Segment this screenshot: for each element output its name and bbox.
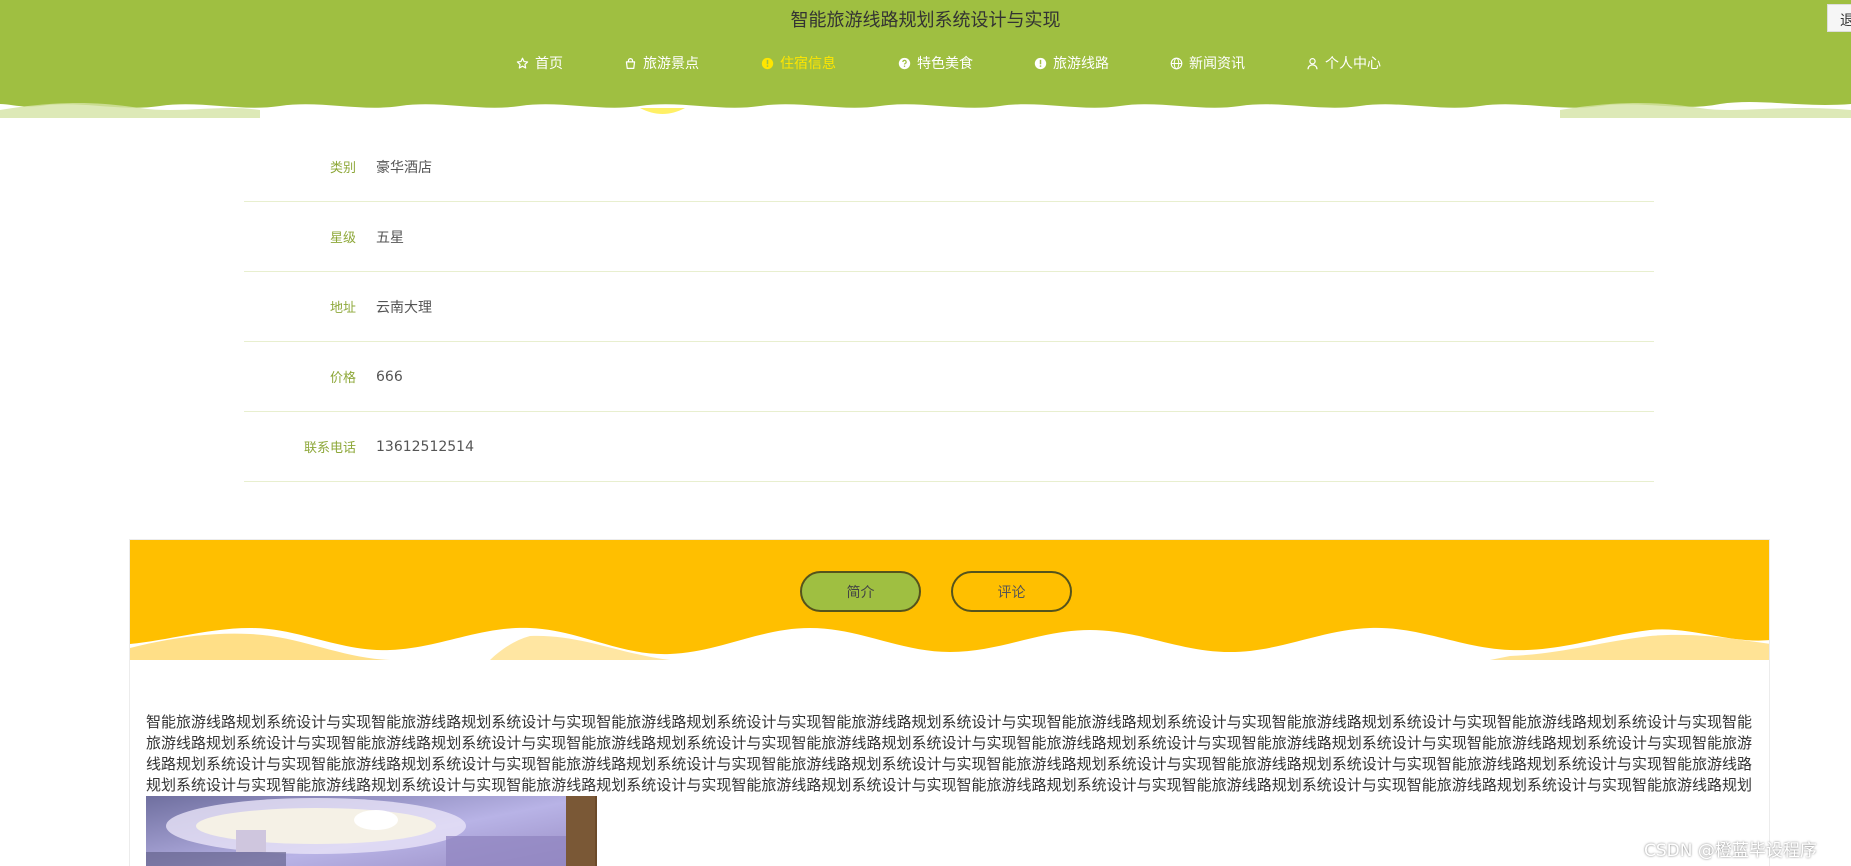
detail-row-price: 价格 666 (244, 342, 1654, 412)
hotel-room-image (146, 796, 595, 866)
tab-comments[interactable]: 评论 (951, 571, 1072, 612)
logout-button[interactable]: 退 (1827, 4, 1851, 32)
tab-panel: 简介 评论 智能旅游线路规划系统设计与实现智能旅游线路规划系统设计与实现智能旅游… (129, 539, 1770, 866)
detail-label: 星级 (329, 231, 356, 246)
nav-item-label: 新闻资讯 (1189, 56, 1245, 72)
nav-item-home[interactable]: 首页 (516, 54, 624, 72)
user-icon (1307, 57, 1318, 69)
nav-item-label: 旅游景点 (643, 56, 699, 72)
nav-item-food[interactable]: 特色美食 (898, 54, 1034, 72)
panel-wave-background (130, 540, 1769, 660)
detail-value: 云南大理 (376, 299, 432, 316)
question-icon (898, 57, 911, 69)
detail-value: 五星 (376, 229, 404, 246)
hotel-photo (146, 796, 597, 866)
detail-value: 666 (376, 368, 403, 385)
detail-label: 地址 (329, 301, 356, 316)
globe-icon (1170, 57, 1183, 69)
watermark: CSDN @橙蓝毕设程序 (1644, 841, 1817, 861)
detail-row-category: 类别 豪华酒店 (244, 132, 1654, 202)
tab-intro[interactable]: 简介 (800, 571, 921, 612)
info-icon (761, 57, 774, 69)
nav-item-label: 首页 (535, 56, 563, 72)
star-icon (516, 57, 529, 69)
bag-icon (625, 57, 636, 69)
detail-label: 类别 (329, 161, 356, 176)
nav-item-accommodation[interactable]: 住宿信息 (761, 54, 898, 72)
main-nav: 首页 旅游景点 住宿信息 特色美食 旅游线路 新闻资讯 个人中心 (516, 54, 1396, 74)
nav-item-profile[interactable]: 个人中心 (1306, 54, 1396, 72)
detail-row-address: 地址 云南大理 (244, 272, 1654, 342)
site-title: 智能旅游线路规划系统设计与实现 (790, 10, 1061, 31)
detail-label: 联系电话 (303, 441, 356, 456)
nav-item-routes[interactable]: 旅游线路 (1034, 54, 1170, 72)
nav-item-news[interactable]: 新闻资讯 (1170, 54, 1306, 72)
nav-item-label: 特色美食 (917, 56, 973, 72)
detail-value: 13612512514 (376, 438, 474, 455)
detail-label: 价格 (329, 371, 356, 386)
nav-item-label: 个人中心 (1325, 56, 1381, 72)
site-header: 智能旅游线路规划系统设计与实现 退 首页 旅游景点 住宿信息 特色美食 旅游线路… (0, 0, 1851, 118)
nav-item-attractions[interactable]: 旅游景点 (624, 54, 761, 72)
detail-row-phone: 联系电话 13612512514 (244, 412, 1654, 482)
accommodation-detail: 类别 豪华酒店 星级 五星 地址 云南大理 价格 666 联系电话 136125… (244, 132, 1654, 482)
info-icon (1034, 57, 1047, 69)
detail-value: 豪华酒店 (376, 159, 432, 176)
nav-item-label: 住宿信息 (780, 56, 836, 72)
nav-item-label: 旅游线路 (1053, 56, 1109, 72)
detail-row-star: 星级 五星 (244, 202, 1654, 272)
